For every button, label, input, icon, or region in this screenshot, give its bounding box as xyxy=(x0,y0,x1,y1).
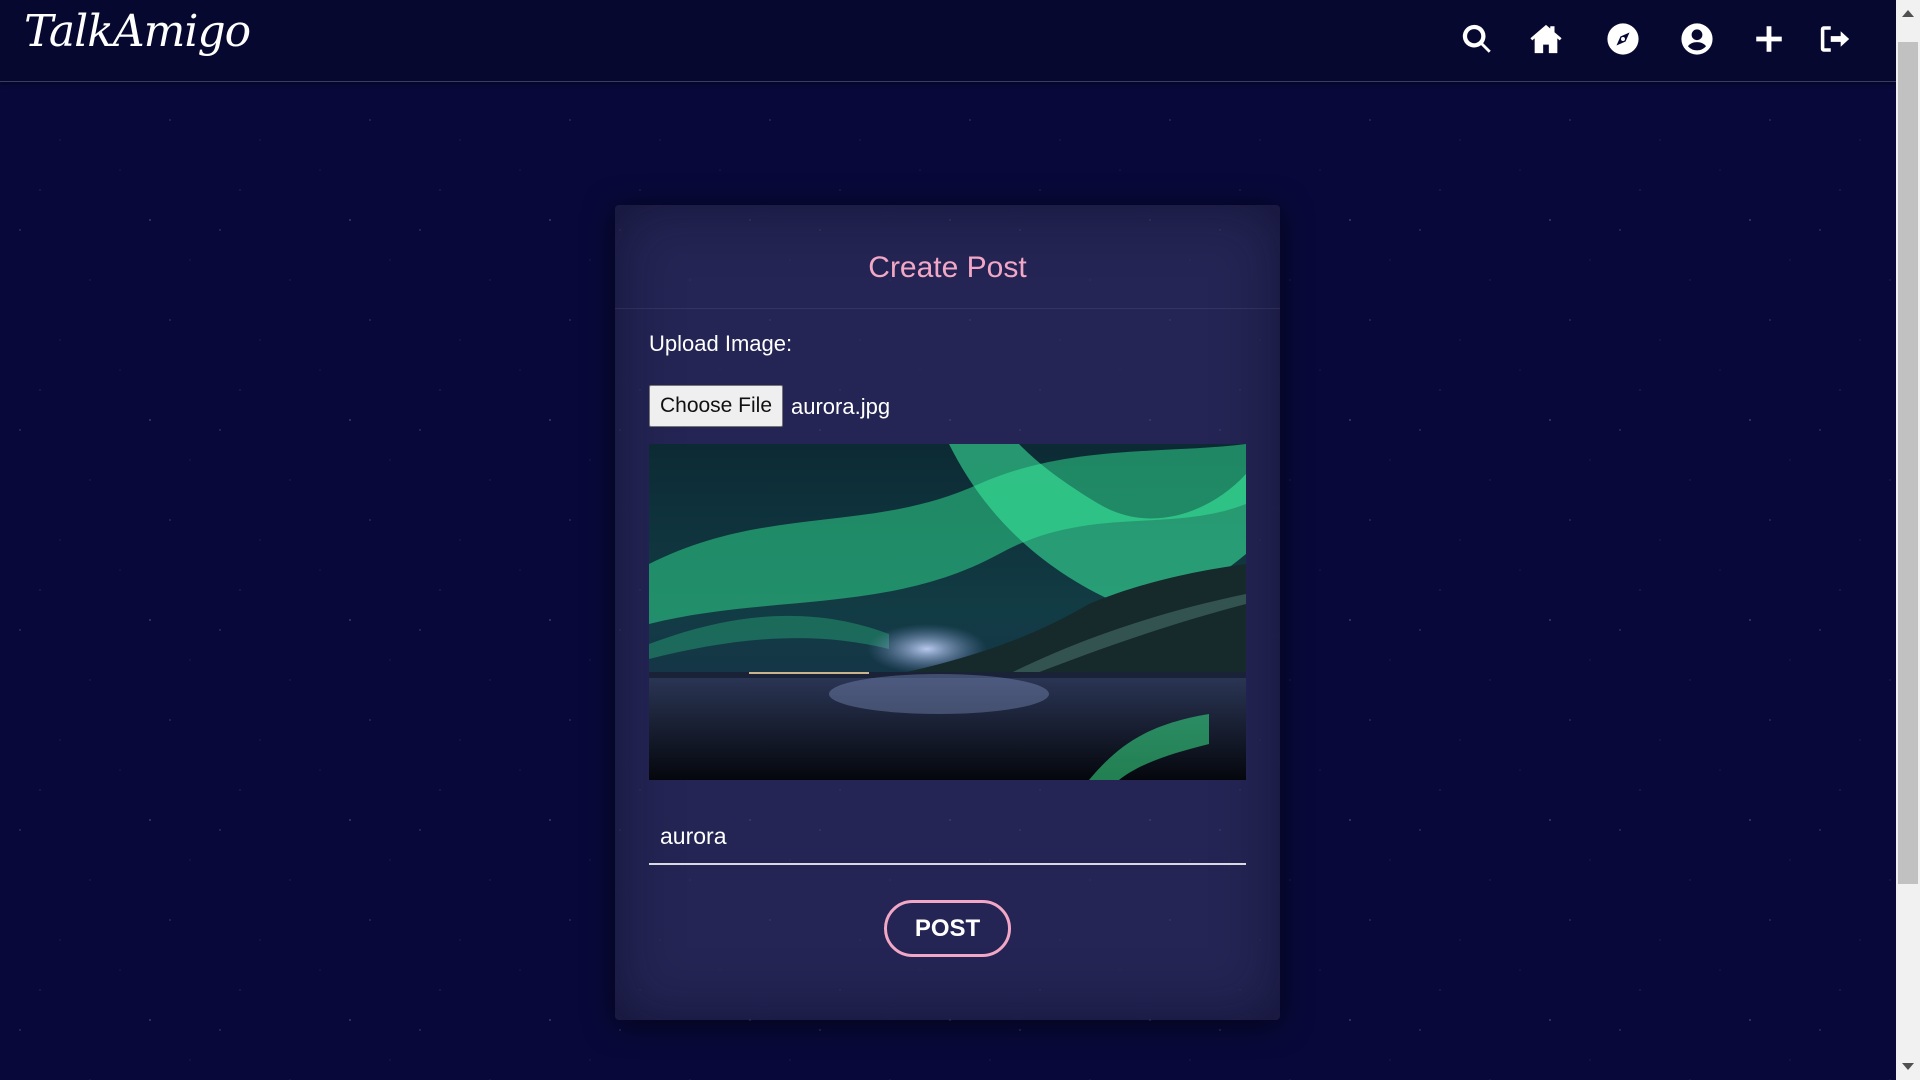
scrollbar-thumb[interactable] xyxy=(1898,42,1918,884)
choose-file-button[interactable]: Choose File xyxy=(649,385,783,427)
logout-icon[interactable] xyxy=(1818,22,1852,56)
top-navbar: TalkAmigo xyxy=(0,0,1896,82)
user-circle-icon[interactable] xyxy=(1680,22,1714,56)
scroll-up-arrow-icon[interactable] xyxy=(1902,10,1914,17)
upload-image-label: Upload Image: xyxy=(649,331,793,356)
caption-input[interactable] xyxy=(649,810,1246,865)
brand-logo[interactable]: TalkAmigo xyxy=(24,10,251,54)
card-divider xyxy=(615,308,1280,309)
scroll-down-arrow-icon[interactable] xyxy=(1902,1063,1914,1070)
plus-icon[interactable] xyxy=(1752,22,1786,56)
selected-file-name: aurora.jpg xyxy=(791,394,891,419)
compass-icon[interactable] xyxy=(1606,22,1640,56)
image-preview xyxy=(649,444,1246,780)
card-title: Create Post xyxy=(868,251,1027,284)
home-icon[interactable] xyxy=(1529,22,1563,56)
create-post-card: Create Post Upload Image: Choose File au… xyxy=(615,205,1280,1020)
search-icon[interactable] xyxy=(1460,22,1494,56)
scrollbar[interactable] xyxy=(1896,0,1920,1080)
post-button[interactable]: POST xyxy=(884,900,1011,957)
